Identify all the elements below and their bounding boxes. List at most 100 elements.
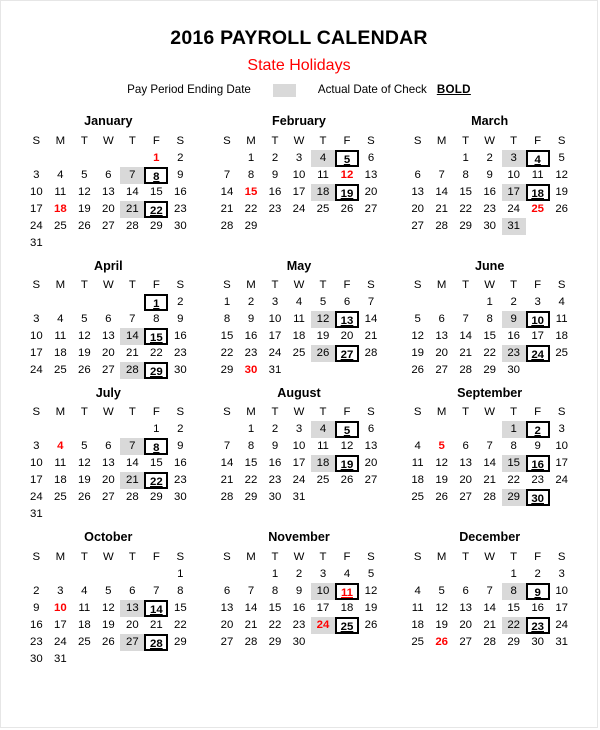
day-cell-pay-period-end[interactable]: 10 — [310, 582, 335, 600]
day-cell[interactable]: 12 — [72, 184, 96, 201]
day-cell[interactable]: 28 — [430, 218, 454, 235]
day-cell[interactable]: 30 — [502, 362, 526, 379]
day-cell-pay-period-end[interactable]: 15 — [501, 455, 526, 473]
day-cell[interactable]: 18 — [72, 617, 96, 634]
day-cell-pay-period-end[interactable]: 18 — [310, 183, 335, 201]
day-cell[interactable]: 27 — [96, 489, 120, 506]
day-cell[interactable]: 16 — [168, 455, 192, 472]
day-cell[interactable]: 5 — [311, 294, 335, 311]
day-cell[interactable]: 22 — [239, 472, 263, 489]
day-cell[interactable]: 29 — [144, 218, 168, 235]
day-cell[interactable]: 8 — [478, 311, 502, 328]
day-cell[interactable]: 31 — [550, 634, 574, 651]
day-cell[interactable]: 11 — [406, 600, 430, 617]
day-cell[interactable]: 4 — [335, 566, 359, 583]
day-cell[interactable]: 20 — [359, 455, 383, 472]
day-cell[interactable]: 14 — [120, 455, 144, 472]
day-cell[interactable]: 10 — [24, 184, 48, 201]
day-cell[interactable]: 4 — [287, 294, 311, 311]
day-cell[interactable]: 27 — [454, 634, 478, 651]
day-cell[interactable]: 16 — [168, 184, 192, 201]
day-cell[interactable]: 12 — [430, 600, 454, 617]
day-cell[interactable]: 20 — [96, 201, 120, 218]
day-cell-check-date[interactable]: 22 — [144, 472, 169, 490]
day-cell[interactable]: 20 — [359, 184, 383, 201]
day-cell[interactable]: 9 — [168, 167, 192, 184]
day-cell[interactable]: 5 — [72, 438, 96, 455]
day-cell[interactable]: 14 — [215, 455, 239, 472]
day-cell[interactable]: 12 — [550, 167, 574, 184]
day-cell[interactable]: 6 — [96, 167, 120, 184]
day-cell-check-date[interactable]: 8 — [144, 438, 169, 456]
day-cell[interactable]: 18 — [406, 617, 430, 634]
day-cell-state-holiday[interactable]: 10 — [48, 600, 72, 617]
day-cell[interactable]: 20 — [430, 345, 454, 362]
day-cell[interactable]: 29 — [168, 634, 192, 651]
day-cell-check-date[interactable]: 19 — [334, 183, 359, 201]
day-cell[interactable]: 17 — [287, 184, 311, 201]
day-cell-pay-period-end[interactable]: 28 — [120, 361, 145, 379]
day-cell[interactable]: 9 — [239, 311, 263, 328]
day-cell[interactable]: 17 — [550, 600, 574, 617]
day-cell-check-date[interactable]: 23 — [525, 616, 550, 634]
day-cell[interactable]: 17 — [287, 455, 311, 472]
day-cell[interactable]: 6 — [120, 583, 144, 600]
day-cell[interactable]: 25 — [550, 345, 574, 362]
day-cell-check-date[interactable]: 14 — [144, 599, 169, 617]
day-cell[interactable]: 30 — [168, 218, 192, 235]
day-cell-check-date[interactable]: 19 — [334, 455, 359, 473]
day-cell[interactable]: 6 — [454, 583, 478, 600]
day-cell[interactable]: 29 — [502, 634, 526, 651]
day-cell[interactable]: 12 — [406, 328, 430, 345]
day-cell[interactable]: 29 — [478, 362, 502, 379]
day-cell[interactable]: 3 — [550, 566, 574, 583]
day-cell-check-date[interactable]: 10 — [525, 310, 550, 328]
day-cell-pay-period-end[interactable]: 17 — [501, 183, 526, 201]
day-cell[interactable]: 10 — [287, 167, 311, 184]
day-cell[interactable]: 18 — [335, 600, 359, 617]
day-cell[interactable]: 30 — [168, 362, 192, 379]
day-cell[interactable]: 13 — [359, 438, 383, 455]
day-cell[interactable]: 22 — [478, 345, 502, 362]
day-cell[interactable]: 11 — [526, 167, 550, 184]
day-cell[interactable]: 11 — [48, 455, 72, 472]
day-cell[interactable]: 26 — [72, 218, 96, 235]
day-cell[interactable]: 25 — [406, 634, 430, 651]
day-cell[interactable]: 23 — [478, 201, 502, 218]
day-cell-pay-period-end[interactable]: 4 — [310, 149, 335, 167]
day-cell[interactable]: 21 — [215, 472, 239, 489]
day-cell[interactable]: 15 — [454, 184, 478, 201]
day-cell[interactable]: 11 — [406, 455, 430, 472]
day-cell[interactable]: 30 — [168, 489, 192, 506]
day-cell-pay-period-end[interactable]: 21 — [120, 200, 145, 218]
day-cell[interactable]: 3 — [24, 311, 48, 328]
day-cell[interactable]: 14 — [239, 600, 263, 617]
day-cell[interactable]: 21 — [430, 201, 454, 218]
day-cell[interactable]: 10 — [263, 311, 287, 328]
day-cell[interactable]: 7 — [215, 167, 239, 184]
day-cell[interactable]: 2 — [24, 583, 48, 600]
day-cell[interactable]: 31 — [48, 651, 72, 668]
day-cell[interactable]: 27 — [359, 472, 383, 489]
day-cell-check-date[interactable]: 13 — [334, 310, 359, 328]
day-cell[interactable]: 28 — [215, 218, 239, 235]
day-cell[interactable]: 20 — [96, 472, 120, 489]
day-cell[interactable]: 2 — [287, 566, 311, 583]
day-cell[interactable]: 28 — [359, 345, 383, 362]
day-cell[interactable]: 9 — [168, 311, 192, 328]
day-cell[interactable]: 1 — [215, 294, 239, 311]
day-cell-check-date[interactable]: 15 — [144, 327, 169, 345]
day-cell-pay-period-end[interactable]: 4 — [310, 421, 335, 439]
day-cell[interactable]: 13 — [454, 455, 478, 472]
day-cell[interactable]: 30 — [478, 218, 502, 235]
day-cell[interactable]: 23 — [239, 345, 263, 362]
day-cell[interactable]: 1 — [502, 566, 526, 583]
day-cell[interactable]: 1 — [454, 150, 478, 167]
day-cell[interactable]: 28 — [120, 218, 144, 235]
day-cell[interactable]: 17 — [311, 600, 335, 617]
day-cell[interactable]: 7 — [478, 438, 502, 455]
day-cell[interactable]: 13 — [215, 600, 239, 617]
day-cell[interactable]: 5 — [359, 566, 383, 583]
day-cell[interactable]: 16 — [24, 617, 48, 634]
day-cell[interactable]: 21 — [120, 345, 144, 362]
